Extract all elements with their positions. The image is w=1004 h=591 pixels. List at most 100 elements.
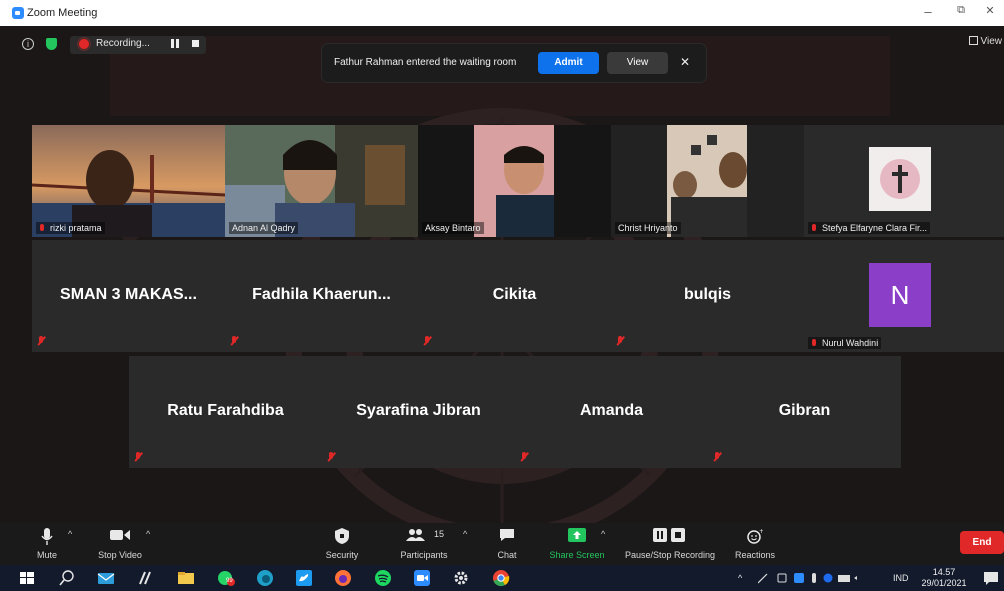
name-tile[interactable]: Ratu Farahdiba <box>129 356 322 468</box>
name-tile[interactable]: Amanda <box>515 356 708 468</box>
zoom-app-icon <box>12 7 24 19</box>
view-button-label: View <box>980 36 1003 47</box>
participant-video <box>418 125 611 237</box>
drawing-app-icon[interactable] <box>137 569 155 587</box>
chat-button[interactable]: Chat <box>490 523 524 565</box>
participant-name: Nurul Wahdini <box>808 337 882 349</box>
profile-picture <box>869 147 931 211</box>
minimize-button[interactable]: – <box>918 4 938 19</box>
participant-name: Syarafina Jibran <box>356 402 481 419</box>
input-language[interactable]: IND <box>893 573 909 583</box>
participant-name: Christ Hriyanto <box>615 222 681 234</box>
pause-recording-icon[interactable] <box>171 39 179 48</box>
microphone-icon <box>41 528 53 545</box>
pause-stop-recording-label: Pause/Stop Recording <box>624 550 716 560</box>
maximize-button[interactable]: ⧉ <box>951 4 971 17</box>
security-button[interactable]: Security <box>320 523 364 565</box>
view-waiting-room-button[interactable]: View <box>607 52 668 74</box>
view-button[interactable]: View <box>968 36 1003 47</box>
reactions-button[interactable]: + Reactions <box>731 523 779 565</box>
audio-options-caret[interactable]: ^ <box>68 529 72 539</box>
muted-mic-icon <box>37 336 45 346</box>
tray-overflow-caret[interactable]: ^ <box>738 573 742 583</box>
participant-name: Aksay Bintaro <box>422 222 484 234</box>
zoom-taskbar-icon[interactable] <box>413 569 431 587</box>
participants-label: Participants <box>400 550 448 560</box>
name-tile[interactable]: SMAN 3 MAKAS... <box>32 240 225 352</box>
system-tray-icons[interactable] <box>758 572 868 584</box>
encryption-shield-icon[interactable] <box>46 38 57 50</box>
pause-stop-recording-button[interactable]: Pause/Stop Recording <box>620 523 720 565</box>
participants-options-caret[interactable]: ^ <box>463 529 467 539</box>
participant-name: bulqis <box>683 286 732 303</box>
action-center-icon[interactable] <box>982 569 1000 587</box>
pause-stop-icons <box>653 528 685 542</box>
share-options-caret[interactable]: ^ <box>601 529 605 539</box>
stop-video-label: Stop Video <box>98 550 142 560</box>
firefox-icon[interactable] <box>334 569 352 587</box>
window-title-bar: Zoom Meeting – ⧉ ✕ <box>0 0 1004 26</box>
recording-label: Recording... <box>96 38 150 49</box>
cross-image <box>880 159 920 199</box>
window-title: Zoom Meeting <box>27 7 98 19</box>
notification-badge: 99 <box>226 578 233 584</box>
meeting-toolbar: Mute ^ Stop Video ^ Security 15 Particip… <box>0 523 1004 565</box>
svg-text:+: + <box>759 528 763 535</box>
close-window-button[interactable]: ✕ <box>980 4 1000 17</box>
avatar: N <box>869 263 931 327</box>
waiting-room-notification: Fathur Rahman entered the waiting room A… <box>322 44 706 82</box>
close-notification-button[interactable]: ✕ <box>680 55 690 69</box>
name-tile[interactable]: Cikita <box>418 240 611 352</box>
chat-label: Chat <box>497 550 517 560</box>
security-shield-icon <box>335 528 349 544</box>
muted-mic-icon <box>423 336 431 346</box>
name-tile[interactable]: bulqis <box>611 240 804 352</box>
recording-indicator-icon <box>79 39 89 49</box>
video-tile[interactable]: Adnan Al Qadry <box>225 125 418 237</box>
file-explorer-icon[interactable] <box>177 569 195 587</box>
muted-mic-icon <box>230 336 238 346</box>
security-label: Security <box>325 550 359 560</box>
taskbar-clock[interactable]: 14.57 29/01/2021 <box>918 567 970 589</box>
admit-button[interactable]: Admit <box>538 52 599 74</box>
share-screen-button[interactable]: Share Screen <box>547 523 607 565</box>
participants-button[interactable]: 15 Participants <box>396 523 452 565</box>
share-screen-label: Share Screen <box>549 550 605 560</box>
stop-video-button[interactable]: Stop Video <box>90 523 150 565</box>
waiting-room-message: Fathur Rahman entered the waiting room <box>334 57 517 68</box>
participants-icon <box>406 529 425 541</box>
gallery-grid-icon <box>968 36 978 45</box>
meeting-info-icon[interactable]: i <box>22 38 34 50</box>
name-tile[interactable]: Syarafina Jibran <box>322 356 515 468</box>
stop-recording-icon[interactable] <box>192 40 199 47</box>
participant-name: Cikita <box>492 286 537 303</box>
mute-label: Mute <box>36 550 57 560</box>
twitter-app-icon[interactable] <box>295 569 313 587</box>
participant-name: SMAN 3 MAKAS... <box>60 286 197 303</box>
video-options-caret[interactable]: ^ <box>146 529 150 539</box>
video-tile[interactable]: rizki pratama <box>32 125 225 237</box>
clock-time: 14.57 <box>932 567 956 577</box>
participant-video <box>611 125 804 237</box>
chrome-icon[interactable] <box>492 569 510 587</box>
settings-gear-icon[interactable] <box>452 569 470 587</box>
video-tile[interactable]: Christ Hriyanto <box>611 125 804 237</box>
video-tile-active-speaker[interactable]: Aksay Bintaro <box>418 125 611 237</box>
name-tile[interactable]: N Nurul Wahdini <box>804 240 1004 352</box>
reactions-smiley-icon: + <box>747 528 763 544</box>
mail-icon[interactable] <box>97 569 115 587</box>
search-icon[interactable] <box>58 569 76 587</box>
edge-browser-icon[interactable] <box>256 569 274 587</box>
spotify-icon[interactable] <box>374 569 392 587</box>
windows-start-icon[interactable] <box>18 569 36 587</box>
video-tile[interactable]: Stefya Elfaryne Clara Fir... <box>804 125 1004 237</box>
end-meeting-button[interactable]: End <box>960 531 1004 554</box>
participant-name: Amanda <box>579 402 644 419</box>
name-tile[interactable]: Gibran <box>708 356 901 468</box>
meeting-area: i Recording... View Fathur Rahman entere… <box>0 26 1004 565</box>
participant-video <box>32 125 225 237</box>
reactions-label: Reactions <box>734 550 776 560</box>
mute-button[interactable]: Mute <box>28 523 66 565</box>
participant-name: Adnan Al Qadry <box>229 222 299 234</box>
name-tile[interactable]: Fadhila Khaerun... <box>225 240 418 352</box>
